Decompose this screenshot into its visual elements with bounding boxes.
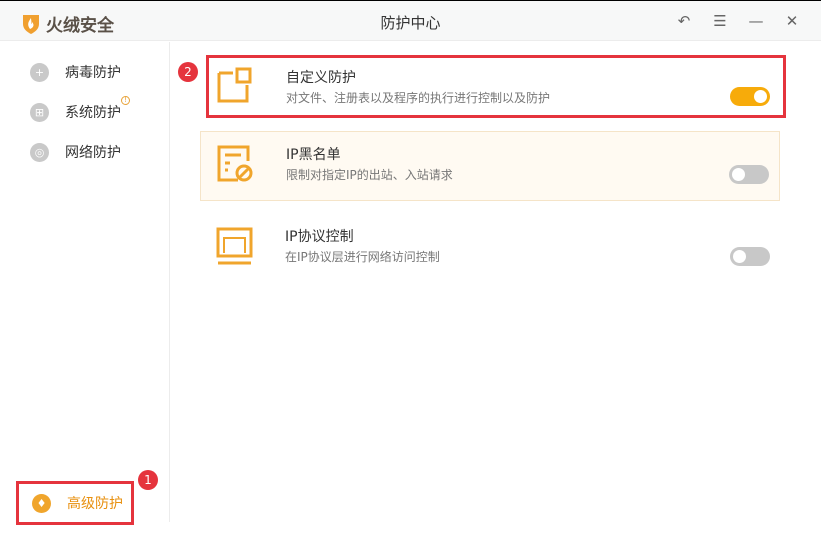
warning-icon: ! (121, 96, 130, 105)
card-ip-protocol: IP协议控制 在IP协议层进行网络访问控制 (200, 214, 780, 282)
card-title: 自定义防护 (286, 70, 356, 86)
card-title: IP黑名单 (286, 147, 341, 163)
card-desc: 对文件、注册表以及程序的执行进行控制以及防护 (286, 91, 551, 105)
ip-blacklist-toggle[interactable] (729, 165, 769, 184)
window-title: 防护中心 (380, 14, 441, 32)
plus-circle-icon: + (30, 62, 49, 82)
sidebar-item-label: 高级防护 (67, 496, 123, 512)
sidebar-item-system[interactable]: ⊞ 系统防护! (30, 96, 130, 122)
minimize-icon[interactable]: — (746, 11, 766, 31)
sidebar: + 病毒防护 ⊞ 系统防护! ◎ 网络防护 (0, 42, 170, 522)
card-custom-protection: 自定义防护 对文件、注册表以及程序的执行进行控制以及防护 (206, 55, 786, 118)
step-badge-1: 1 (138, 470, 158, 490)
card-desc: 限制对指定IP的出站、入站请求 (286, 168, 453, 182)
windows-icon: ⊞ (30, 102, 49, 122)
title-bar: 火绒安全 防护中心 ↶ ☰ — ✕ (0, 0, 821, 41)
sidebar-item-network[interactable]: ◎ 网络防护 (30, 142, 121, 162)
ip-protocol-toggle[interactable] (730, 247, 770, 266)
monitor-icon (216, 227, 253, 265)
custom-window-icon (217, 67, 252, 103)
step-badge-2: 2 (178, 62, 198, 82)
card-ip-blacklist: IP黑名单 限制对指定IP的出站、入站请求 (200, 131, 780, 201)
diamond-icon: ♦ (32, 493, 51, 513)
sidebar-item-advanced[interactable]: ♦ 高级防护 (16, 481, 134, 525)
globe-icon: ◎ (30, 142, 49, 162)
list-block-icon (217, 145, 253, 182)
sidebar-item-label: 网络防护 (65, 145, 121, 161)
card-title: IP协议控制 (285, 229, 354, 245)
custom-protection-toggle[interactable] (730, 87, 770, 106)
menu-icon[interactable]: ☰ (710, 11, 730, 31)
close-icon[interactable]: ✕ (782, 11, 802, 31)
sidebar-item-label: 系统防护 (65, 105, 121, 121)
sidebar-item-virus[interactable]: + 病毒防护 (30, 62, 121, 82)
card-desc: 在IP协议层进行网络访问控制 (285, 250, 440, 264)
back-icon[interactable]: ↶ (674, 11, 694, 31)
sidebar-item-label: 病毒防护 (65, 65, 121, 81)
